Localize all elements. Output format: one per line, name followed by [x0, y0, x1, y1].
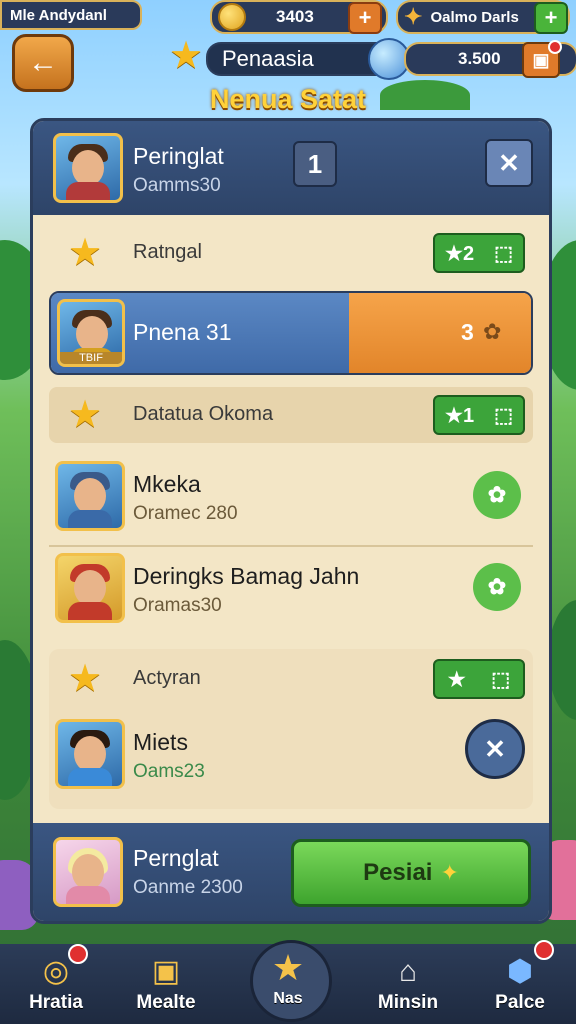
header-sub: Oamms30: [133, 175, 221, 196]
star-icon: ✦: [440, 860, 459, 885]
avatar: [55, 461, 125, 531]
header-title: Penaasia: [222, 46, 314, 71]
decline-button[interactable]: ✕: [465, 719, 525, 779]
row-name: Miets: [133, 729, 188, 755]
header-star-icon: ★: [168, 35, 204, 77]
header-name: Peringlat: [133, 143, 224, 169]
gems-value: 3.500: [458, 49, 501, 68]
add-shop-button[interactable]: +: [534, 2, 568, 34]
reward-count: ★2: [445, 242, 475, 265]
row-sub: Oams23: [133, 761, 205, 782]
close-button[interactable]: ✕: [485, 139, 533, 187]
section-title: Ratngal: [133, 241, 202, 263]
reward-count: ★1: [445, 404, 475, 427]
shield-icon: ⬢: [506, 955, 534, 988]
panel-footer: Pernglat Oanme 2300 Pesiai ✦: [33, 823, 549, 921]
list-item[interactable]: Miets Oams23 ✕: [33, 713, 549, 803]
panel-header: Peringlat Oamms30 1 ✕: [33, 121, 549, 215]
row-name: Deringks Bamag Jahn: [133, 563, 360, 589]
star-icon: ★: [271, 947, 305, 988]
highlight-value: 3: [461, 319, 474, 345]
paw-icon: ✿: [483, 319, 502, 344]
bottom-nav: ◎ Hratia ▣ Mealte ★ Nas ⌂ Minsin ⬢ Palce: [0, 940, 576, 1024]
notification-dot: [548, 40, 562, 54]
coins-value: 3403: [276, 7, 314, 26]
reward-badge[interactable]: ★ ⬚: [433, 659, 525, 699]
nav-label: Minsin: [377, 992, 439, 1013]
back-button[interactable]: ←: [12, 34, 74, 92]
row-sub: Oramas30: [133, 595, 222, 616]
chest-icon: ▣: [151, 955, 181, 988]
screen-title: Nenua Satat: [209, 84, 367, 114]
box-icon: ⬚: [494, 404, 513, 427]
close-icon: ✕: [498, 147, 520, 178]
rank-icon: 1: [307, 148, 323, 179]
nav-item-palce[interactable]: ⬢ Palce: [470, 940, 570, 1024]
list-item[interactable]: Deringks Bamag Jahn Oramas30 ✿: [33, 549, 549, 639]
reward-count: ★: [447, 668, 466, 691]
play-button[interactable]: Pesiai ✦: [291, 839, 531, 907]
footer-sub: Oanme 2300: [133, 877, 243, 898]
list-item[interactable]: Mkeka Oramec 280 ✿: [33, 451, 549, 541]
nav-label: Mealte: [136, 992, 196, 1013]
avatar: TBIF: [57, 299, 125, 367]
nav-item-mealte[interactable]: ▣ Mealte: [116, 944, 216, 1024]
divider: [49, 545, 533, 547]
avatar: [55, 719, 125, 789]
nav-item-nas[interactable]: ★ Nas: [238, 940, 338, 1024]
section-title: Datatua Okoma: [133, 403, 274, 425]
box-icon: ⬚: [494, 242, 513, 265]
paw-icon: ✿: [487, 574, 507, 599]
rank-button[interactable]: 1: [293, 141, 337, 187]
avatar: [55, 553, 125, 623]
main-panel: Peringlat Oamms30 1 ✕ ★ Ratngal ★2 ⬚ TBI…: [30, 118, 552, 924]
header-title-pill: Penaasia: [206, 42, 394, 76]
nav-item-hratia[interactable]: ◎ Hratia: [6, 944, 106, 1024]
nav-label: Nas: [273, 990, 303, 1007]
nav-item-minsin[interactable]: ⌂ Minsin: [358, 944, 458, 1024]
player-name: Mle Andydanl: [10, 6, 107, 24]
box-icon: ⬚: [491, 668, 511, 691]
paw-icon: ✿: [487, 482, 507, 507]
section-star-icon: ★: [67, 394, 103, 436]
gift-icon: ✦: [404, 4, 423, 29]
reward-badge[interactable]: ★1 ⬚: [433, 395, 525, 435]
row-name: Mkeka: [133, 471, 201, 497]
row-sub: Oramec 280: [133, 503, 238, 524]
add-coins-button[interactable]: +: [348, 2, 382, 34]
notification-dot: [68, 944, 88, 964]
highlight-name: Pnena 31: [133, 319, 232, 345]
nav-label: Hratia: [29, 992, 83, 1013]
coin-icon: [218, 3, 246, 31]
avatar[interactable]: [53, 837, 123, 907]
avatar[interactable]: [53, 133, 123, 203]
section-title: Actyran: [133, 667, 201, 689]
highlight-row[interactable]: TBIF Pnena 31 3 ✿: [49, 291, 533, 375]
notification-dot: [534, 940, 554, 960]
home-icon: ⌂: [398, 955, 418, 988]
close-icon: ✕: [484, 733, 506, 764]
footer-name: Pernglat: [133, 845, 219, 871]
arrow-left-icon: ←: [28, 46, 58, 79]
accept-button[interactable]: ✿: [473, 471, 521, 519]
section-star-icon: ★: [67, 232, 103, 274]
reward-badge[interactable]: ★2 ⬚: [433, 233, 525, 273]
nav-label: Palce: [495, 992, 545, 1013]
section-star-icon: ★: [67, 658, 103, 700]
player-name-pill[interactable]: Mle Andydanl: [0, 0, 142, 30]
play-button-label: Pesiai: [363, 859, 433, 886]
shop-label: Oalmo Darls: [430, 8, 519, 26]
accept-button[interactable]: ✿: [473, 563, 521, 611]
avatar-tag: TBIF: [60, 352, 122, 364]
